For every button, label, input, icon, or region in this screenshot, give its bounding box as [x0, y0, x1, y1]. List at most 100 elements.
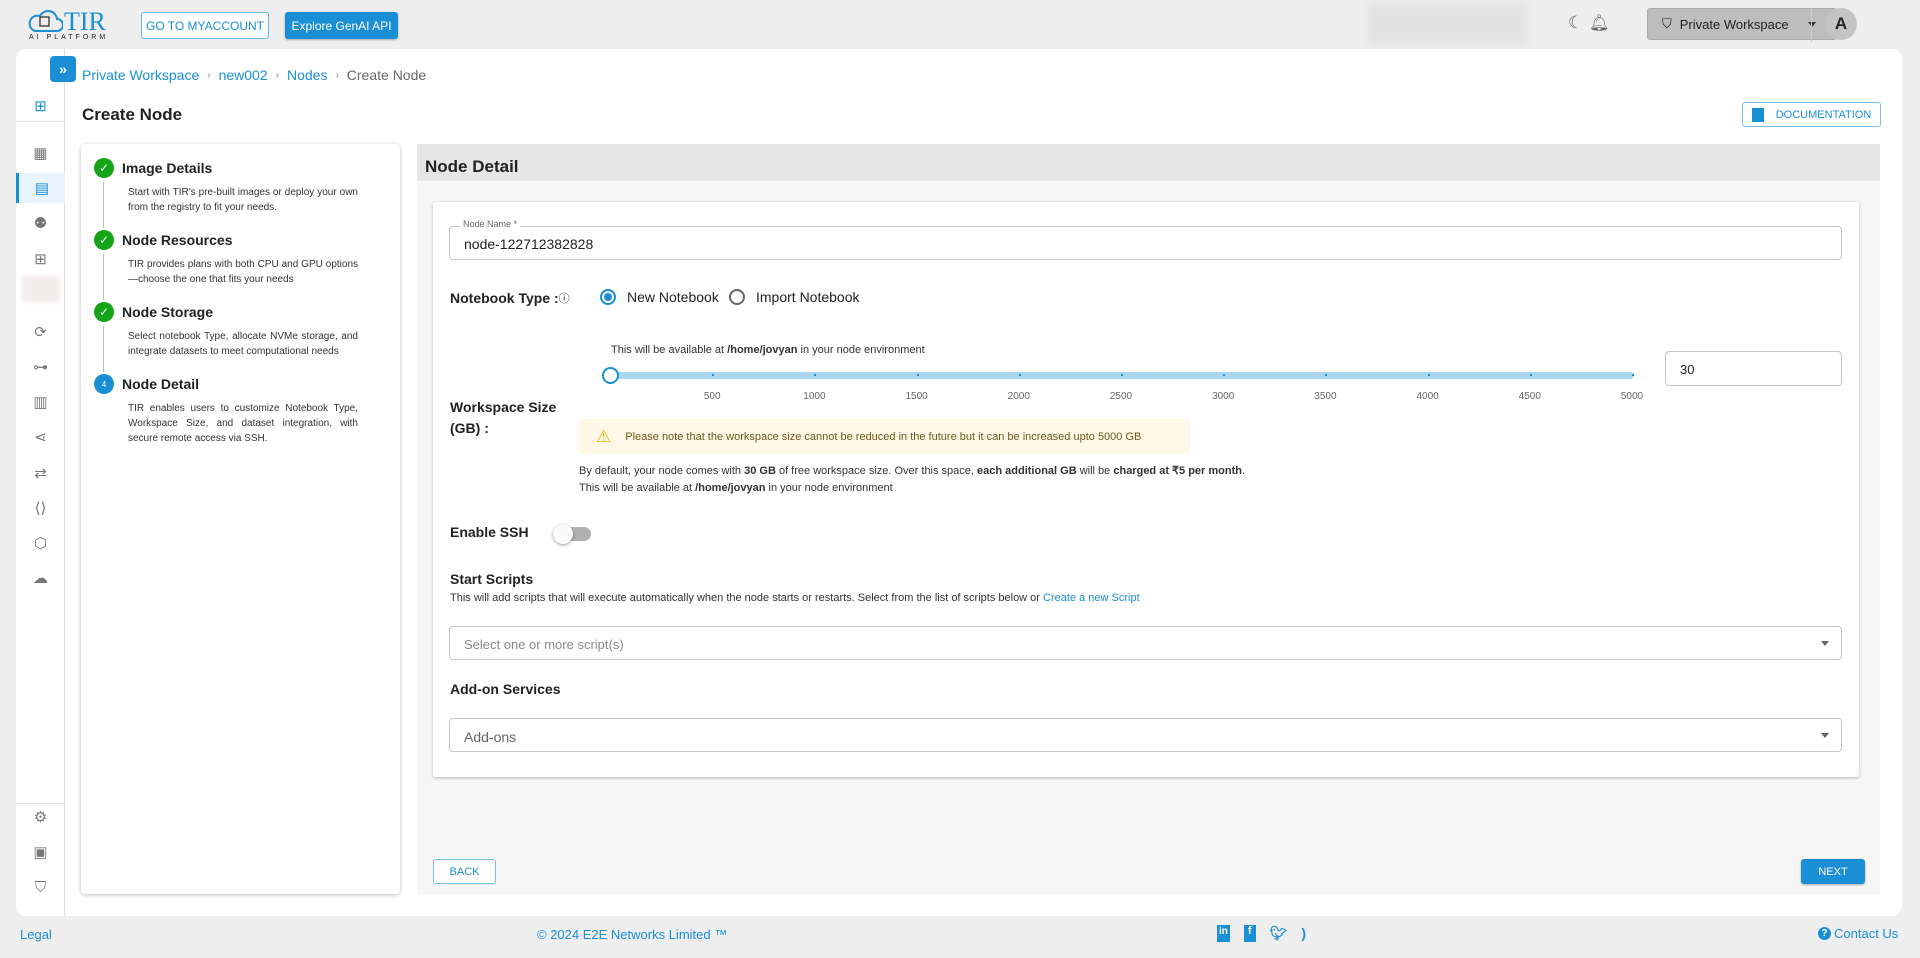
avatar[interactable]: A — [1825, 8, 1857, 40]
addons-select[interactable]: Add-ons — [449, 718, 1842, 752]
next-button[interactable]: NEXT — [1801, 859, 1865, 884]
slider-tick-label: 5000 — [1620, 391, 1644, 402]
slider-tick — [712, 374, 715, 376]
slider-tick — [1632, 374, 1634, 376]
shield-icon: ⛉ — [1662, 16, 1672, 31]
blurred-region — [1368, 3, 1526, 45]
facebook-icon[interactable]: f — [1243, 925, 1256, 942]
sidebar-code-icon[interactable]: ⟨⟩ — [16, 493, 65, 523]
step-title: Node Resources — [122, 232, 233, 248]
sidebar-pipeline-icon[interactable]: ⊶ — [16, 352, 65, 382]
ssh-toggle[interactable] — [553, 524, 591, 544]
sidebar-security-icon[interactable]: ⛉ — [16, 872, 65, 902]
workspace-selector[interactable]: ⛉ Private Workspace — [1647, 8, 1837, 40]
sidebar-dashboard-icon[interactable]: ▦ — [16, 138, 65, 168]
document-icon — [1751, 107, 1764, 122]
enable-ssh-label: Enable SSH — [450, 524, 529, 540]
check-icon: ✓ — [94, 158, 114, 178]
step-desc: Select notebook Type, allocate NVMe stor… — [128, 331, 358, 357]
slider-tick — [1121, 374, 1123, 376]
documentation-label: DOCUMENTATION — [1775, 108, 1872, 121]
go-to-myaccount-button[interactable]: GO TO MYACCOUNT — [141, 12, 269, 39]
breadcrumb-nodes[interactable]: Nodes — [287, 67, 327, 83]
copyright: © 2024 E2E Networks Limited ™ — [537, 927, 728, 942]
radio-import-notebook[interactable]: Import Notebook — [729, 289, 860, 305]
step-title: Node Detail — [122, 376, 200, 392]
explore-genai-api-button[interactable]: Explore GenAI API — [285, 12, 398, 39]
step-desc: Start with TIR's pre-built images or dep… — [128, 187, 358, 213]
sidebar-robot-icon[interactable]: ⚉ — [16, 208, 65, 238]
dark-mode-icon[interactable]: ☾ — [1568, 13, 1583, 33]
step-connector — [103, 254, 104, 300]
logo-text: TIR — [64, 7, 106, 36]
node-name-label: Node Name * — [460, 219, 521, 229]
scripts-select[interactable]: Select one or more script(s) — [449, 626, 1842, 660]
workspace-label: Private Workspace — [1679, 16, 1789, 32]
stepper: ✓ Image Details Start with TIR's pre-bui… — [81, 144, 400, 894]
slider-tick-label: 2500 — [1109, 391, 1133, 402]
create-script-link[interactable]: Create a new Script — [1043, 592, 1140, 604]
scripts-placeholder: Select one or more script(s) — [464, 637, 624, 652]
workspace-size-input[interactable]: 30 — [1665, 351, 1842, 386]
slider-tick — [1427, 374, 1430, 376]
slider-tick — [814, 374, 817, 376]
slider-tick-label: 500 — [703, 391, 721, 402]
addons-placeholder: Add-ons — [464, 729, 517, 745]
help-icon: ? — [1818, 927, 1831, 940]
check-icon: ✓ — [94, 230, 114, 250]
info-icon[interactable]: ⓘ — [559, 293, 570, 305]
sidebar-cloud-icon[interactable]: ☁ — [16, 563, 65, 593]
documentation-button[interactable]: DOCUMENTATION — [1742, 102, 1881, 127]
slider-tick — [1325, 374, 1328, 376]
sidebar-deploy-icon[interactable]: ⟳ — [16, 317, 65, 347]
workspace-hint: This will be available at /home/jovyan i… — [611, 344, 925, 356]
legal-link[interactable]: Legal — [20, 927, 52, 942]
sidebar-divider — [16, 121, 65, 122]
chevron-down-icon — [1821, 641, 1829, 646]
breadcrumb-private-workspace[interactable]: Private Workspace — [82, 67, 199, 83]
breadcrumb: Private Workspace › new002 › Nodes › Create… — [82, 67, 427, 83]
back-button[interactable]: BACK — [433, 859, 496, 884]
sidebar-wallet-icon[interactable]: ▣ — [16, 837, 65, 867]
addon-services-label: Add-on Services — [450, 681, 561, 697]
page-title: Create Node — [82, 105, 183, 124]
breadcrumb-project[interactable]: new002 — [219, 67, 268, 83]
logo[interactable]: TIR AI PLATFORM — [27, 7, 122, 43]
check-icon: ✓ — [94, 302, 114, 322]
twitter-icon[interactable]: 🐦︎ — [1270, 925, 1288, 942]
social-links: in f 🐦︎ ) — [1217, 925, 1306, 942]
sidebar-grid-icon[interactable]: ⊞ — [16, 244, 65, 274]
sidebar-expand-button[interactable]: » — [50, 56, 76, 82]
slider-tick-label: 1000 — [803, 391, 826, 402]
radio-label: Import Notebook — [756, 289, 860, 305]
sidebar-share-icon[interactable]: ⋖ — [16, 422, 65, 452]
sidebar-registry-icon[interactable]: ▥ — [16, 387, 65, 417]
sidebar-cube-icon[interactable]: ⬡ — [16, 528, 65, 558]
slider-tick-label: 3000 — [1212, 391, 1235, 402]
slider-tick-label: 4000 — [1416, 391, 1439, 402]
radio-new-notebook[interactable]: New Notebook — [600, 289, 719, 305]
start-scripts-desc: This will add scripts that will execute … — [450, 592, 1140, 604]
start-scripts-label: Start Scripts — [450, 571, 534, 587]
step-desc: TIR enables users to customize Notebook … — [128, 403, 358, 444]
step-title: Node Storage — [122, 304, 214, 320]
warning-box: ⚠ Please note that the workspace size ca… — [579, 419, 1190, 454]
notification-bell-icon[interactable]: 🔔︎ — [1589, 13, 1609, 33]
slider-tick-label: 1500 — [905, 391, 928, 402]
workspace-slider-thumb[interactable] — [602, 367, 620, 384]
sidebar-new-project-icon[interactable]: ⊞ — [16, 91, 65, 121]
slider-tick-label: 3500 — [1314, 391, 1337, 402]
warning-icon: ⚠ — [596, 426, 612, 446]
step-desc: TIR provides plans with both CPU and GPU… — [128, 259, 358, 285]
linkedin-icon[interactable]: in — [1217, 925, 1230, 942]
sidebar-sync-icon[interactable]: ⇄ — [16, 458, 65, 488]
contact-us-link[interactable]: ? Contact Us — [1818, 926, 1898, 941]
section-title: Node Detail — [417, 144, 1880, 181]
node-name-input[interactable]: Node Name * node-122712382828 — [449, 219, 1842, 260]
slider-tick — [916, 374, 919, 376]
rss-icon[interactable]: ) — [1301, 925, 1306, 942]
slider-tick-label: 4500 — [1518, 391, 1541, 402]
sidebar-settings-icon[interactable]: ⚙ — [16, 802, 65, 832]
sidebar: ⊞ ▦ ▤ ⚉ ⊞ ⟳ ⊶ ▥ ⋖ ⇄ ⟨⟩ ⬡ ☁ ⚙ ▣ ⛉ — [16, 49, 65, 916]
sidebar-nodes-icon[interactable]: ▤ — [16, 173, 65, 203]
